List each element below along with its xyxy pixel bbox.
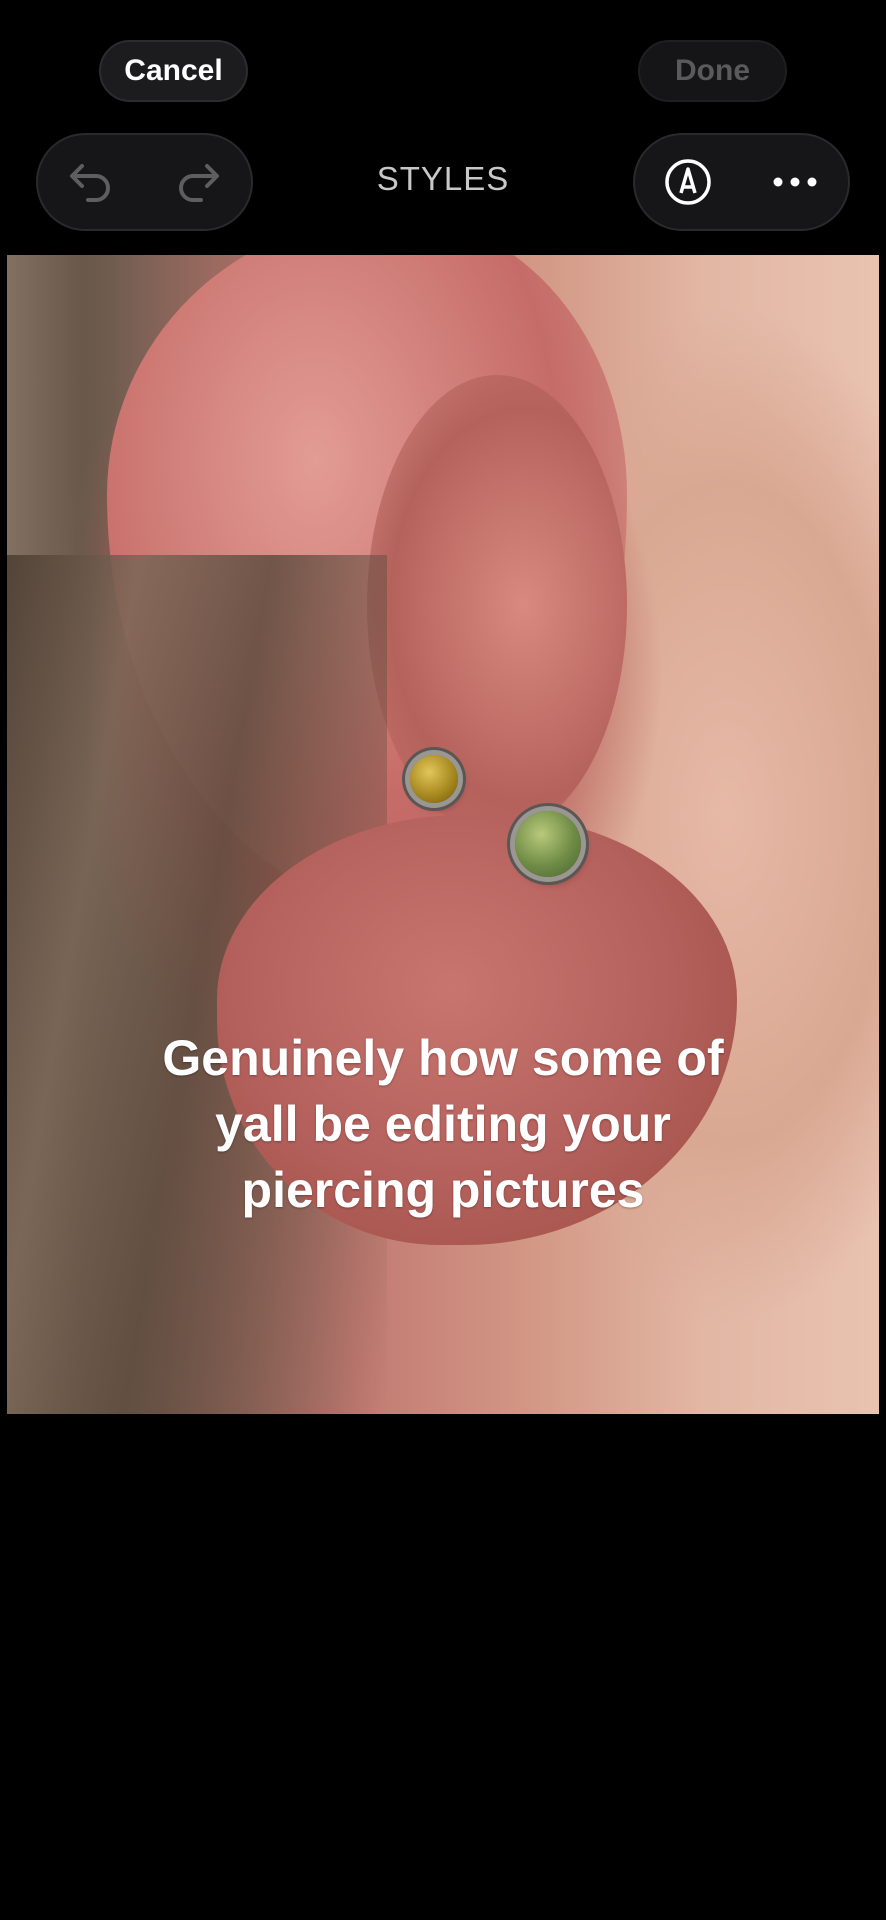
earring-stud-small: [410, 755, 458, 803]
ear-concha-shape: [367, 375, 627, 835]
photo-preview: Genuinely how some of yall be editing yo…: [7, 255, 879, 1414]
caption-line: piercing pictures: [241, 1162, 645, 1218]
photo-caption[interactable]: Genuinely how some of yall be editing yo…: [7, 1025, 879, 1223]
caption-line: Genuinely how some of: [162, 1030, 724, 1086]
done-button[interactable]: Done: [638, 40, 787, 102]
earring-stud-large: [515, 811, 581, 877]
cancel-button[interactable]: Cancel: [99, 40, 248, 102]
caption-line: yall be editing your: [215, 1096, 671, 1152]
tools-group: [633, 133, 850, 231]
markup-pen-icon[interactable]: [653, 147, 723, 217]
more-icon[interactable]: [760, 147, 830, 217]
